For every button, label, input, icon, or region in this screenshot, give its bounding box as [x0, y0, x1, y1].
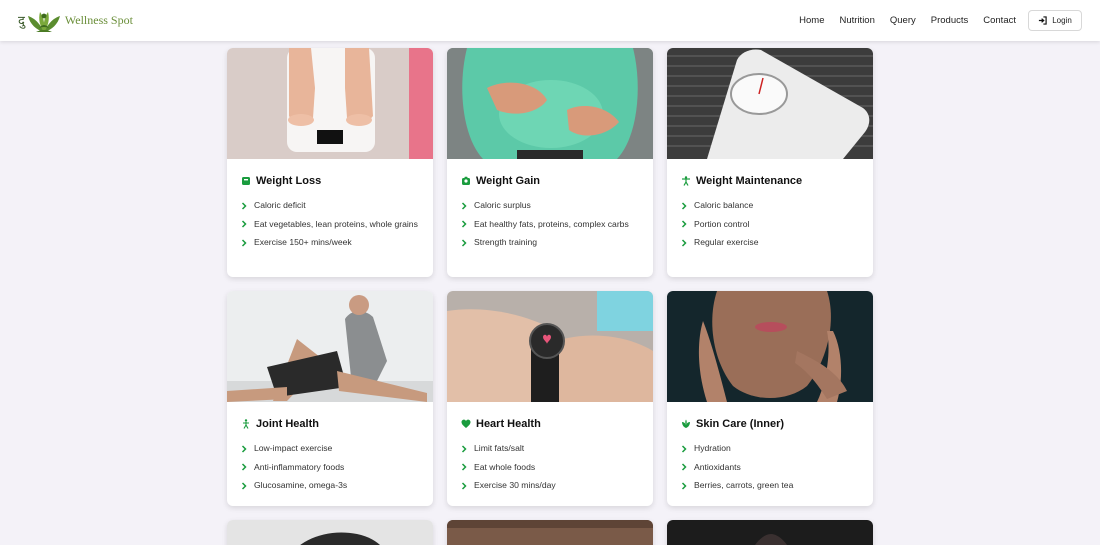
list-item: Portion control	[681, 218, 859, 231]
list-item: Limit fats/salt	[461, 442, 639, 455]
nav-link-home[interactable]: Home	[799, 15, 824, 26]
chevron-right-icon	[681, 463, 687, 471]
bullet-list: Caloric surplus Eat healthy fats, protei…	[461, 199, 639, 249]
card-title: Weight Maintenance	[681, 175, 859, 187]
heart-icon	[461, 419, 471, 428]
login-button[interactable]: Login	[1028, 10, 1082, 31]
bullet-list: Limit fats/salt Eat whole foods Exercise…	[461, 442, 639, 492]
partial-photo-2	[447, 520, 653, 545]
feet-on-scale-photo	[227, 48, 433, 159]
chevron-right-icon	[681, 481, 687, 490]
health-topics-grid: Weight Loss Caloric deficit Eat vegetabl…	[227, 48, 873, 545]
chevron-right-icon	[461, 444, 467, 453]
list-item: Hydration	[681, 442, 859, 455]
spa-icon	[682, 419, 690, 428]
list-item: Eat whole foods	[461, 461, 639, 474]
belly-photo	[447, 48, 653, 159]
partial-photo-3	[667, 520, 873, 545]
list-item: Strength training	[461, 236, 639, 249]
card-skin-care-inner[interactable]: Skin Care (Inner) Hydration Antioxidants…	[667, 291, 873, 506]
list-item: Regular exercise	[681, 236, 859, 249]
brand-name: Wellness Spot	[64, 13, 133, 27]
card-partial-1[interactable]	[227, 520, 433, 545]
chevron-right-icon	[241, 444, 247, 453]
partial-photo-1	[227, 520, 433, 545]
list-item: Eat vegetables, lean proteins, whole gra…	[241, 218, 419, 231]
card-title: Heart Health	[461, 418, 639, 430]
smartwatch-photo	[447, 291, 653, 402]
bullet-list: Hydration Antioxidants Berries, carrots,…	[681, 442, 859, 492]
bullet-list: Caloric balance Portion control Regular …	[681, 199, 859, 249]
list-item: Exercise 150+ mins/week	[241, 236, 419, 249]
chevron-right-icon	[461, 481, 467, 490]
card-partial-3[interactable]	[667, 520, 873, 545]
chevron-right-icon	[241, 481, 247, 490]
bullet-list: Low-impact exercise Anti-inflammatory fo…	[241, 442, 419, 492]
chevron-right-icon	[241, 220, 247, 228]
knee-physio-photo	[227, 291, 433, 402]
list-item: Antioxidants	[681, 461, 859, 474]
list-item: Anti-inflammatory foods	[241, 461, 419, 474]
list-item: Berries, carrots, green tea	[681, 479, 859, 492]
chevron-right-icon	[241, 463, 247, 471]
card-partial-2[interactable]	[447, 520, 653, 545]
card-title: Skin Care (Inner)	[681, 418, 859, 430]
balance-person-icon	[682, 176, 690, 186]
card-weight-maintenance[interactable]: Weight Maintenance Caloric balance Porti…	[667, 48, 873, 277]
card-heart-health[interactable]: Heart Health Limit fats/salt Eat whole f…	[447, 291, 653, 506]
brand-glyph: दु	[18, 13, 25, 29]
brand-logo-link[interactable]: दु Wellness Spot	[18, 8, 133, 34]
face-skin-photo	[667, 291, 873, 402]
chevron-right-icon	[241, 201, 247, 210]
list-item: Exercise 30 mins/day	[461, 479, 639, 492]
navbar: दु Wellness Spot Home Nutrition Query Pr…	[0, 0, 1100, 41]
chevron-right-icon	[461, 201, 467, 210]
list-item: Glucosamine, omega-3s	[241, 479, 419, 492]
chevron-right-icon	[461, 463, 467, 471]
list-item: Caloric balance	[681, 199, 859, 212]
weight-icon	[462, 176, 470, 185]
chevron-right-icon	[681, 201, 687, 210]
person-icon	[243, 419, 249, 429]
chevron-right-icon	[681, 444, 687, 453]
scale-icon	[242, 177, 250, 185]
card-title: Weight Loss	[241, 175, 419, 187]
sign-in-icon	[1039, 16, 1047, 25]
list-item: Low-impact exercise	[241, 442, 419, 455]
card-title: Weight Gain	[461, 175, 639, 187]
list-item: Caloric surplus	[461, 199, 639, 212]
chevron-right-icon	[461, 220, 467, 228]
nav-link-products[interactable]: Products	[931, 15, 969, 26]
nav-link-query[interactable]: Query	[890, 15, 916, 26]
chevron-right-icon	[461, 238, 467, 247]
nav-link-nutrition[interactable]: Nutrition	[840, 15, 875, 26]
card-weight-gain[interactable]: Weight Gain Caloric surplus Eat healthy …	[447, 48, 653, 277]
lotus-meditation-logo-icon	[27, 11, 60, 32]
nav-links: Home Nutrition Query Products Contact Lo…	[784, 10, 1082, 31]
chevron-right-icon	[681, 220, 687, 228]
chevron-right-icon	[681, 238, 687, 247]
analog-scale-photo	[667, 48, 873, 159]
list-item: Caloric deficit	[241, 199, 419, 212]
card-weight-loss[interactable]: Weight Loss Caloric deficit Eat vegetabl…	[227, 48, 433, 277]
nav-link-contact[interactable]: Contact	[983, 15, 1016, 26]
bullet-list: Caloric deficit Eat vegetables, lean pro…	[241, 199, 419, 249]
chevron-right-icon	[241, 238, 247, 247]
card-joint-health[interactable]: Joint Health Low-impact exercise Anti-in…	[227, 291, 433, 506]
list-item: Eat healthy fats, proteins, complex carb…	[461, 218, 639, 231]
login-label: Login	[1052, 16, 1072, 25]
card-title: Joint Health	[241, 418, 419, 430]
